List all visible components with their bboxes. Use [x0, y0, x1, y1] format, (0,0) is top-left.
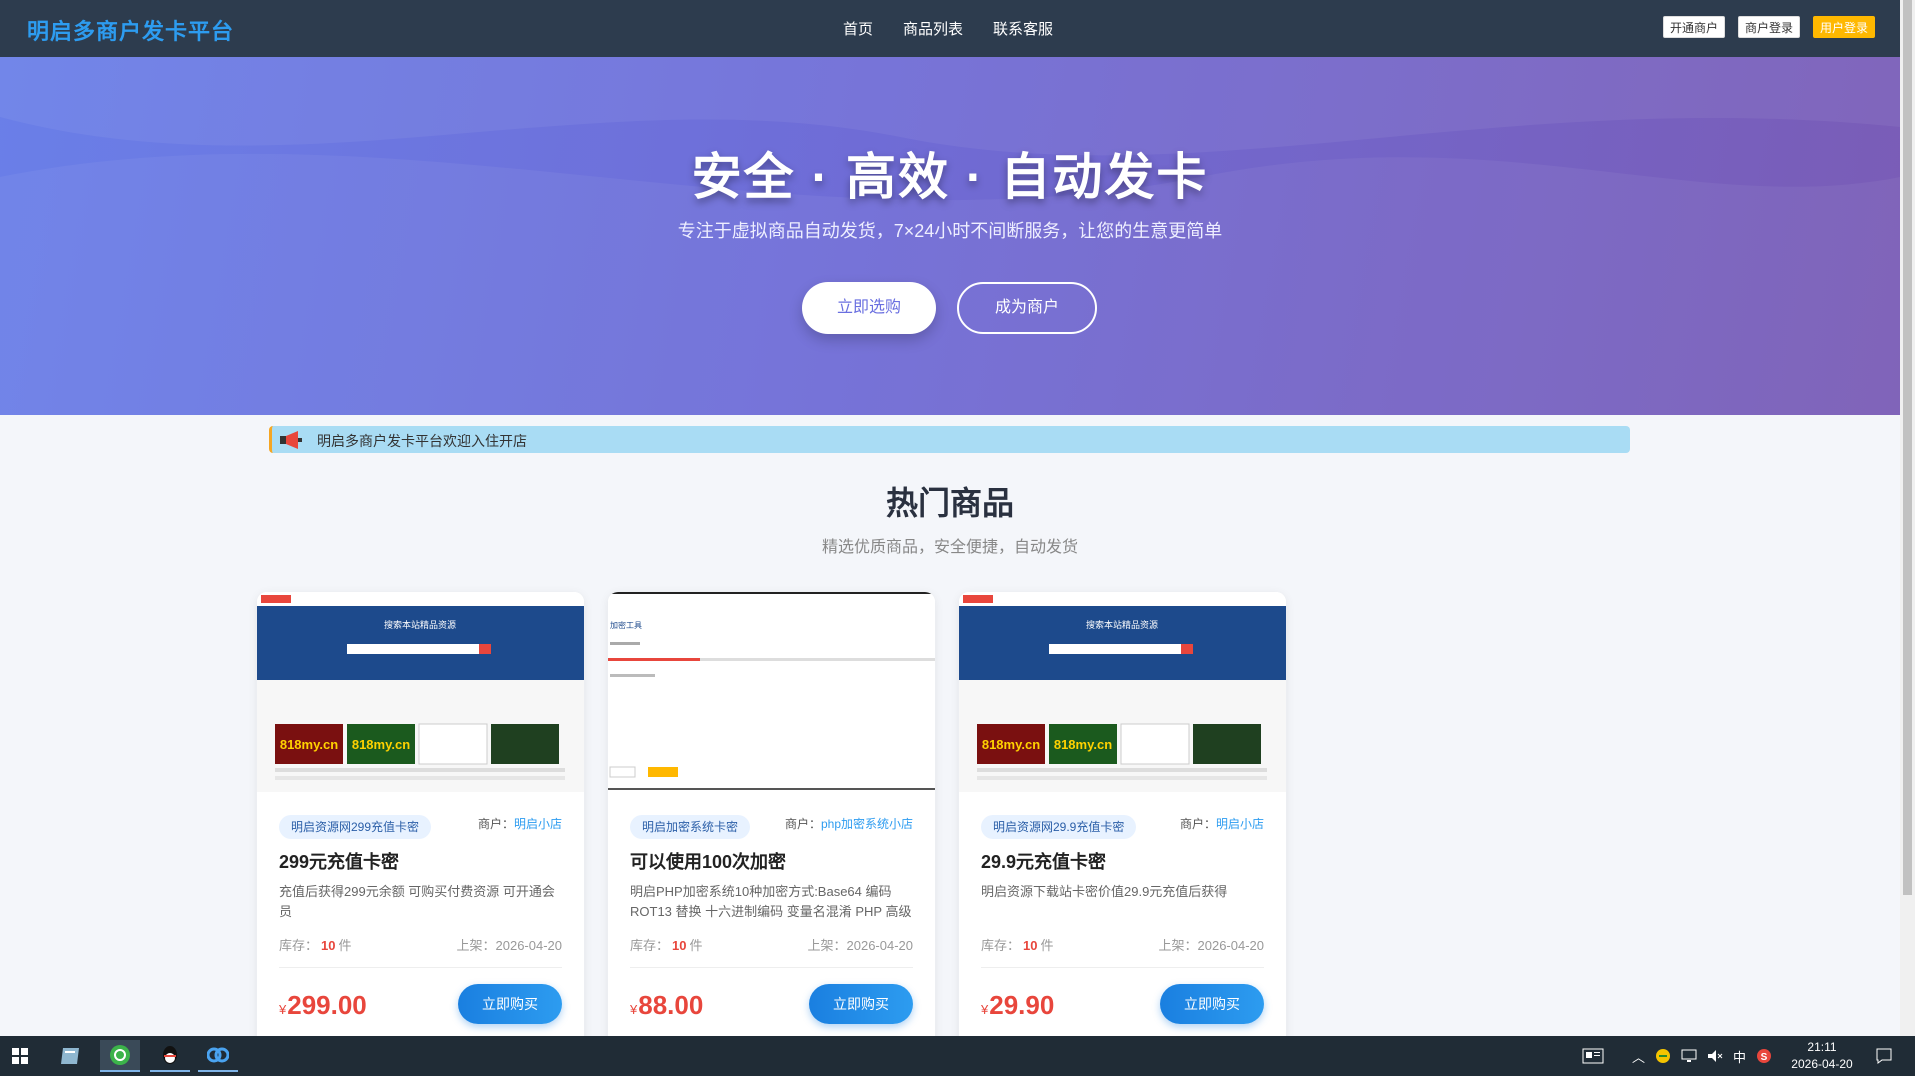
scrollbar-thumb[interactable] — [1903, 0, 1912, 895]
product-card[interactable]: 搜索本站精品资源 818my.cn 818my.cn 明启资源网29.9充值卡密… — [959, 592, 1286, 1036]
stock-count: 10 — [672, 938, 687, 953]
section-subtitle: 精选优质商品，安全便捷，自动发货 — [821, 539, 1078, 556]
category-tag[interactable]: 明启加密系统卡密 — [630, 815, 751, 839]
listing-date: 上架：2026-04-20 — [807, 938, 914, 953]
listing-date: 上架：2026-04-20 — [456, 938, 563, 953]
stock-count: 10 — [321, 938, 336, 953]
system-clock[interactable]: 21:11 2026-04-20 — [1787, 1039, 1857, 1073]
main-menu: 首页 商品列表 联系客服 — [843, 18, 1053, 39]
sogou-input-icon[interactable]: S — [1756, 1048, 1772, 1064]
product-price: ¥88.00 — [630, 990, 704, 1020]
security-tray-icon[interactable] — [1655, 1048, 1671, 1064]
clock-date: 2026-04-20 — [1791, 1057, 1853, 1071]
stock-count: 10 — [1023, 938, 1038, 953]
hero-banner: 安全 · 高效 · 自动发卡 专注于虚拟商品自动发货，7×24小时不间断服务，让… — [0, 57, 1900, 415]
page: 明启多商户发卡平台 首页 商品列表 联系客服 开通商户 商户登录 用户登录 安全… — [0, 0, 1900, 1036]
category-tag[interactable]: 明启资源网29.9充值卡密 — [981, 815, 1137, 839]
hero-title: 安全 · 高效 · 自动发卡 — [691, 149, 1209, 205]
open-merchant-button[interactable]: 开通商户 — [1663, 16, 1726, 38]
product-title[interactable]: 可以使用100次加密 — [630, 848, 786, 874]
baidu-netdisk-icon[interactable] — [198, 1040, 238, 1072]
product-price: ¥29.90 — [981, 990, 1055, 1020]
product-thumbnail[interactable]: 搜索本站精品资源 818my.cn 818my.cn — [257, 592, 584, 792]
become-merchant-button[interactable]: 成为商户 — [957, 282, 1097, 334]
category-tag[interactable]: 明启资源网299充值卡密 — [279, 815, 432, 839]
browser-icon[interactable] — [100, 1040, 140, 1072]
divider — [981, 967, 1264, 968]
chevron-up-icon[interactable]: ︿ — [1632, 1047, 1645, 1066]
windows-start-icon[interactable] — [0, 1040, 40, 1072]
menu-home[interactable]: 首页 — [843, 18, 873, 39]
buy-now-button[interactable]: 立即购买 — [809, 984, 913, 1024]
auth-buttons: 开通商户 商户登录 用户登录 — [1663, 16, 1876, 38]
product-title[interactable]: 29.9元充值卡密 — [981, 848, 1106, 874]
stock-info: 库存： 10 件 — [279, 938, 352, 953]
news-widget-icon[interactable] — [1582, 1048, 1604, 1064]
svg-text:818my.cn: 818my.cn — [1054, 737, 1112, 752]
notification-center-icon[interactable] — [1876, 1036, 1892, 1076]
product-description: 明启PHP加密系统10种加密方式:Base64 编码 ROT13 替换 十六进制… — [630, 884, 912, 919]
site-brand[interactable]: 明启多商户发卡平台 — [27, 14, 234, 46]
user-login-button[interactable]: 用户登录 — [1813, 16, 1876, 38]
buy-now-button[interactable]: 立即购买 — [458, 984, 562, 1024]
product-title[interactable]: 299元充值卡密 — [279, 848, 399, 874]
vertical-scrollbar[interactable] — [1900, 0, 1915, 1036]
menu-support[interactable]: 联系客服 — [993, 18, 1053, 39]
qq-icon[interactable] — [150, 1040, 190, 1072]
merchant-info: 商户：php加密系统小店 — [784, 817, 913, 831]
product-price: ¥299.00 — [279, 990, 367, 1020]
merchant-info: 商户：明启小店 — [477, 817, 562, 831]
product-card[interactable]: 搜索本站精品资源 818my.cn 818my.cn 明启资源网299充值卡密 … — [257, 592, 584, 1036]
thumbnail-heading: 加密工具 — [610, 620, 642, 630]
divider — [630, 967, 913, 968]
notice-bar: 明启多商户发卡平台欢迎入住开店 — [269, 426, 1630, 453]
thumbnail-heading: 搜索本站精品资源 — [1086, 619, 1158, 630]
merchant-link[interactable]: 明启小店 — [514, 817, 562, 831]
listing-date: 上架：2026-04-20 — [1158, 938, 1265, 953]
section-title: 热门商品 — [885, 485, 1014, 521]
svg-text:818my.cn: 818my.cn — [982, 737, 1040, 752]
volume-muted-icon[interactable] — [1707, 1049, 1723, 1063]
thumbnail-heading: 搜索本站精品资源 — [384, 619, 456, 630]
merchant-login-button[interactable]: 商户登录 — [1738, 16, 1801, 38]
product-thumbnail[interactable]: 加密工具 — [608, 592, 935, 792]
file-explorer-icon[interactable] — [50, 1040, 90, 1072]
top-navbar: 明启多商户发卡平台 首页 商品列表 联系客服 开通商户 商户登录 用户登录 — [0, 0, 1900, 57]
system-tray — [1582, 1036, 1604, 1076]
network-icon[interactable] — [1681, 1049, 1697, 1063]
product-thumbnail[interactable]: 搜索本站精品资源 818my.cn 818my.cn — [959, 592, 1286, 792]
tray-icons: ︿ 中 S — [1632, 1036, 1772, 1076]
windows-taskbar: ︿ 中 S 21:11 2026-04-20 — [0, 1036, 1915, 1076]
svg-text:S: S — [1761, 1052, 1768, 1063]
svg-text:818my.cn: 818my.cn — [280, 737, 338, 752]
product-card[interactable]: 加密工具 明启加密系统卡密 商户：php加密系统小店 可以使用100次加密 明启… — [608, 592, 935, 1036]
shop-now-button[interactable]: 立即选购 — [802, 282, 936, 334]
merchant-link[interactable]: php加密系统小店 — [821, 817, 913, 831]
ime-indicator[interactable]: 中 — [1733, 1047, 1746, 1066]
merchant-info: 商户：明启小店 — [1179, 817, 1264, 831]
notice-text: 明启多商户发卡平台欢迎入住开店 — [317, 433, 527, 449]
svg-text:818my.cn: 818my.cn — [352, 737, 410, 752]
merchant-link[interactable]: 明启小店 — [1216, 817, 1264, 831]
clock-time: 21:11 — [1807, 1040, 1837, 1054]
hero-subtitle: 专注于虚拟商品自动发货，7×24小时不间断服务，让您的生意更简单 — [677, 221, 1223, 241]
buy-now-button[interactable]: 立即购买 — [1160, 984, 1264, 1024]
divider — [279, 967, 562, 968]
stock-info: 库存： 10 件 — [630, 938, 703, 953]
menu-products[interactable]: 商品列表 — [903, 18, 963, 39]
product-description: 明启资源下载站卡密价值29.9元充值后获得 — [981, 884, 1228, 899]
product-description: 充值后获得299元余额 可购买付费资源 可开通会员 — [279, 884, 555, 919]
stock-info: 库存： 10 件 — [981, 938, 1054, 953]
megaphone-icon — [280, 431, 302, 449]
